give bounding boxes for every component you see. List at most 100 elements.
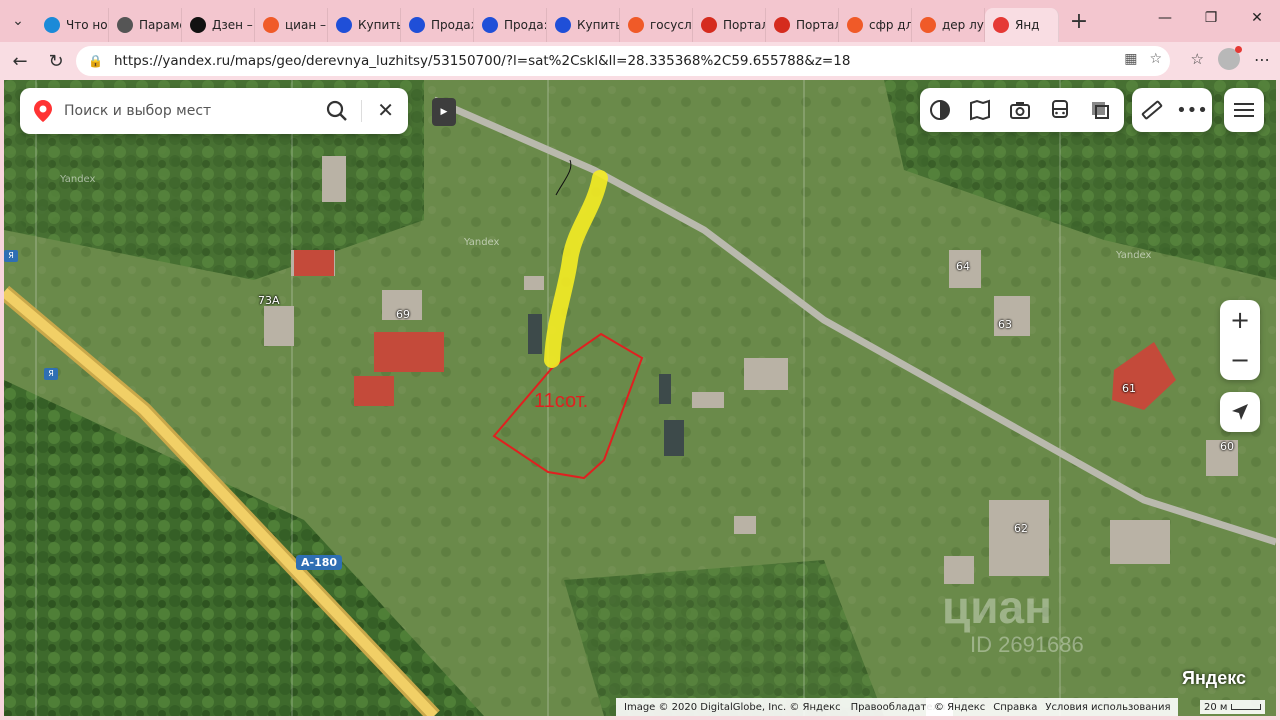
- tab-label: циан –: [285, 18, 326, 32]
- house-label: 64: [956, 260, 970, 273]
- browser-tab[interactable]: госуслу: [620, 8, 693, 42]
- window-controls: — ❐ ✕: [1142, 0, 1280, 36]
- yandex-icon: [920, 17, 936, 33]
- tab-label: Что нов: [66, 18, 108, 32]
- map-view[interactable]: Yandex Yandex Yandex 73А 69 64 63 61 60 …: [4, 80, 1276, 716]
- tab-label: сфр дл:: [869, 18, 911, 32]
- road-label: А-180: [296, 555, 343, 570]
- zoom-out-button[interactable]: −: [1220, 340, 1260, 380]
- zoom-in-button[interactable]: +: [1220, 300, 1260, 340]
- browser-tab[interactable]: циан –: [255, 8, 328, 42]
- terms-link[interactable]: Условия использования: [1045, 702, 1170, 713]
- location-arrow-icon: [1232, 404, 1248, 420]
- collapse-panel-button[interactable]: ▶: [432, 98, 456, 126]
- tab-label: Парамe: [139, 18, 181, 32]
- tab-label: Купить: [358, 18, 400, 32]
- map-watermark: Yandex: [1116, 250, 1152, 261]
- map-scale: 20 м: [1200, 700, 1266, 714]
- transport-bus-icon[interactable]: [1040, 88, 1080, 132]
- satellite-imagery: [4, 80, 1276, 716]
- more-menu-icon[interactable]: ⋯: [1254, 50, 1270, 69]
- house-label: 61: [1122, 382, 1136, 395]
- tab-label: госуслу: [650, 18, 692, 32]
- map-book-icon[interactable]: [960, 88, 1000, 132]
- favorites-icon[interactable]: ☆: [1191, 50, 1204, 68]
- back-arrow-icon[interactable]: ←: [2, 43, 38, 79]
- avito-icon: [336, 17, 352, 33]
- tab-label: Прода:: [504, 18, 546, 32]
- browser-tab[interactable]: Что нов: [36, 8, 109, 42]
- browser-tab[interactable]: дер луж: [912, 8, 985, 42]
- tab-label: Купить: [577, 18, 619, 32]
- house-label: 69: [396, 308, 410, 321]
- panorama-camera-icon[interactable]: [1000, 88, 1040, 132]
- gear-icon: [117, 17, 133, 33]
- tab-label: дер луж: [942, 18, 984, 32]
- tab-label: Дзен –: [212, 18, 253, 32]
- browser-tab[interactable]: Дзен –: [182, 8, 255, 42]
- avito-icon: [482, 17, 498, 33]
- yandex-icon: [263, 17, 279, 33]
- house-label: 62: [1014, 522, 1028, 535]
- browser-tab[interactable]: Портал: [766, 8, 839, 42]
- zoom-controls: + −: [1220, 300, 1260, 380]
- yandex-logo[interactable]: Яндекс: [1182, 668, 1246, 689]
- profile-avatar[interactable]: [1218, 46, 1242, 70]
- browser-tab[interactable]: Портал: [693, 8, 766, 42]
- new-tab-button[interactable]: +: [1059, 4, 1099, 38]
- hamburger-menu-icon[interactable]: [1224, 88, 1264, 132]
- apps-icon[interactable]: ▦: [1124, 51, 1137, 67]
- tab-label: Янд: [1015, 18, 1040, 32]
- map-watermark: Yandex: [60, 174, 96, 185]
- dzen-icon: [190, 17, 206, 33]
- copyright-text: © Яндекс: [934, 701, 986, 713]
- menu-button[interactable]: [1224, 88, 1264, 132]
- browser-tab[interactable]: сфр дл:: [839, 8, 912, 42]
- help-link[interactable]: Справка: [993, 702, 1037, 713]
- map-pin-icon: [34, 100, 52, 122]
- layers-icon[interactable]: [920, 88, 960, 132]
- search-icon[interactable]: [326, 100, 348, 122]
- cian-id-watermark: ID 2691686: [970, 632, 1084, 657]
- house-label: 63: [998, 318, 1012, 331]
- lock-icon: 🔒: [88, 54, 103, 68]
- map-watermark: Yandex: [464, 237, 500, 248]
- ruler-icon[interactable]: [1132, 88, 1172, 132]
- avito-icon: [409, 17, 425, 33]
- tools-toolbar: •••: [1132, 88, 1212, 132]
- my-location-button[interactable]: [1220, 392, 1260, 432]
- refresh-icon[interactable]: ↻: [38, 43, 74, 79]
- yandex-icon: [847, 17, 863, 33]
- url-text: https://yandex.ru/maps/geo/derevnya_luzh…: [114, 53, 851, 69]
- avito-icon: [555, 17, 571, 33]
- cian-watermark: циан: [942, 581, 1052, 633]
- browser-tab[interactable]: Янд: [985, 8, 1059, 42]
- flag-icon: [701, 17, 717, 33]
- tab-actions-chevron-icon[interactable]: ⌄: [0, 0, 36, 42]
- map-search-box[interactable]: Поиск и выбор мест ✕: [20, 88, 408, 134]
- browser-tab[interactable]: Купить: [328, 8, 401, 42]
- browser-tab[interactable]: Продаж: [401, 8, 474, 42]
- maximize-icon[interactable]: ❐: [1188, 0, 1234, 36]
- map-footer-links: © Яндекс Справка Условия использования: [926, 698, 1179, 716]
- more-icon[interactable]: •••: [1172, 88, 1212, 132]
- plot-area-label: 11сот.: [534, 390, 589, 412]
- map-style-icon[interactable]: [1080, 88, 1120, 132]
- tab-label: Портал: [796, 18, 838, 32]
- url-field[interactable]: 🔒 https://yandex.ru/maps/geo/derevnya_lu…: [76, 46, 1170, 76]
- house-label: 60: [1220, 440, 1234, 453]
- imagery-credit: Image © 2020 DigitalGlobe, Inc. © Яндекс: [624, 701, 841, 713]
- favorite-star-icon[interactable]: ☆: [1149, 51, 1162, 67]
- browser-tab[interactable]: Парамe: [109, 8, 182, 42]
- close-icon[interactable]: ✕: [377, 99, 394, 121]
- yandex-icon: [628, 17, 644, 33]
- browser-tab[interactable]: Купить: [547, 8, 620, 42]
- minimize-icon[interactable]: —: [1142, 0, 1188, 36]
- flag-icon: [774, 17, 790, 33]
- address-bar-row: ← ↻ 🔒 https://yandex.ru/maps/geo/derevny…: [0, 42, 1280, 80]
- search-input[interactable]: Поиск и выбор мест: [64, 103, 211, 119]
- close-window-icon[interactable]: ✕: [1234, 0, 1280, 36]
- tab-label: Портал: [723, 18, 765, 32]
- layers-toolbar: [920, 88, 1124, 132]
- browser-tab[interactable]: Прода:: [474, 8, 547, 42]
